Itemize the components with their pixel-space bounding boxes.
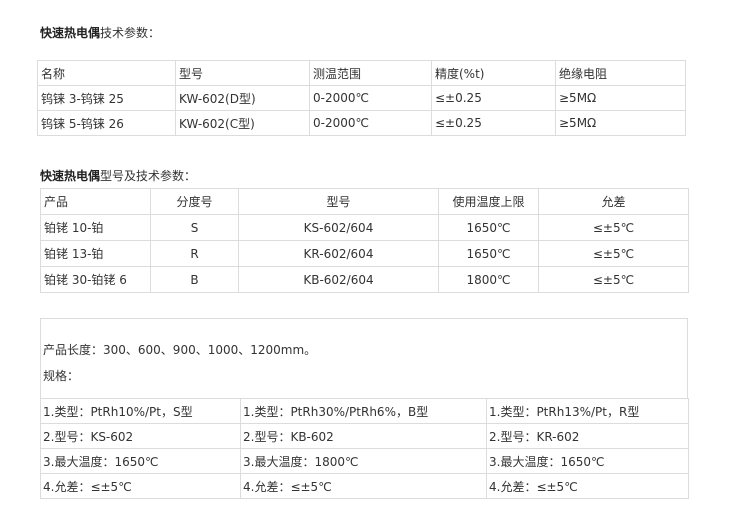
- table-cell: B: [150, 266, 239, 293]
- spec-cell: 3.最大温度：1800℃: [240, 448, 487, 474]
- table-cell: ≤±5℃: [538, 240, 689, 267]
- table-row: 4.允差：≤±5℃ 4.允差：≤±5℃ 4.允差：≤±5℃: [40, 473, 689, 499]
- table-cell: 钨铼 5-钨铼 26: [37, 110, 176, 136]
- table-cell: 0-2000℃: [309, 85, 432, 111]
- table-cell: KB-602/604: [238, 266, 439, 293]
- header-cell: 名称: [37, 60, 176, 86]
- header-cell: 产品: [40, 188, 151, 215]
- header-cell: 测温范围: [309, 60, 432, 86]
- table-cell: 1650℃: [438, 214, 539, 241]
- table-cell: S: [150, 214, 239, 241]
- product-length-box: 产品长度：300、600、900、1000、1200mm。 规格：: [40, 318, 688, 398]
- table-cell: ≤±0.25: [431, 85, 556, 111]
- table-row: 2.型号：KS-602 2.型号：KB-602 2.型号：KR-602: [40, 423, 689, 449]
- spec-cell: 4.允差：≤±5℃: [486, 473, 689, 499]
- table-cell: 1650℃: [438, 240, 539, 267]
- spec-cell: 1.类型：PtRh13%/Pt，R型: [486, 398, 689, 424]
- spec-cell: 1.类型：PtRh10%/Pt，S型: [40, 398, 241, 424]
- table-cell: KW-602(C型): [175, 110, 310, 136]
- thermocouple-parameters-table: 名称 型号 测温范围 精度(%t) 绝缘电阻 钨铼 3-钨铼 25 KW-602…: [37, 60, 686, 136]
- header-cell: 型号: [238, 188, 439, 215]
- table-header-row: 名称 型号 测温范围 精度(%t) 绝缘电阻: [37, 60, 686, 86]
- table-row: 铂铑 10-铂 S KS-602/604 1650℃ ≤±5℃: [40, 214, 689, 241]
- section1-heading-bold: 快速热电偶: [40, 26, 101, 40]
- table-cell: 0-2000℃: [309, 110, 432, 136]
- section2-heading: 快速热电偶型号及技术参数：: [40, 167, 196, 184]
- table-cell: ≥5MΩ: [555, 110, 686, 136]
- table-cell: KW-602(D型): [175, 85, 310, 111]
- model-parameters-table: 产品 分度号 型号 使用温度上限 允差 铂铑 10-铂 S KS-602/604…: [40, 188, 689, 293]
- table-cell: 1800℃: [438, 266, 539, 293]
- spec-cell: 2.型号：KR-602: [486, 423, 689, 449]
- header-cell: 型号: [175, 60, 310, 86]
- section1-heading: 快速热电偶技术参数：: [40, 24, 160, 41]
- table-row: 铂铑 30-铂铑 6 B KB-602/604 1800℃ ≤±5℃: [40, 266, 689, 293]
- spec-cell: 2.型号：KB-602: [240, 423, 487, 449]
- table-cell: 铂铑 30-铂铑 6: [40, 266, 151, 293]
- section2-heading-bold: 快速热电偶: [40, 169, 101, 183]
- spec-cell: 2.型号：KS-602: [40, 423, 241, 449]
- spec-label: 规格：: [43, 369, 80, 383]
- table-row: 3.最大温度：1650℃ 3.最大温度：1800℃ 3.最大温度：1650℃: [40, 448, 689, 474]
- table-row: 铂铑 13-铂 R KR-602/604 1650℃ ≤±5℃: [40, 240, 689, 267]
- table-cell: R: [150, 240, 239, 267]
- table-cell: KS-602/604: [238, 214, 439, 241]
- table-cell: ≤±0.25: [431, 110, 556, 136]
- table-cell: ≤±5℃: [538, 266, 689, 293]
- header-cell: 允差: [538, 188, 689, 215]
- header-cell: 使用温度上限: [438, 188, 539, 215]
- header-cell: 绝缘电阻: [555, 60, 686, 86]
- spec-cell: 4.允差：≤±5℃: [40, 473, 241, 499]
- table-row: 1.类型：PtRh10%/Pt，S型 1.类型：PtRh30%/PtRh6%，B…: [40, 398, 689, 424]
- product-length-text: 产品长度：300、600、900、1000、1200mm。: [43, 343, 317, 357]
- header-cell: 精度(%t): [431, 60, 556, 86]
- table-row: 钨铼 5-钨铼 26 KW-602(C型) 0-2000℃ ≤±0.25 ≥5M…: [37, 110, 686, 136]
- spec-cell: 1.类型：PtRh30%/PtRh6%，B型: [240, 398, 487, 424]
- table-cell: ≥5MΩ: [555, 85, 686, 111]
- spec-cell: 3.最大温度：1650℃: [40, 448, 241, 474]
- header-cell: 分度号: [150, 188, 239, 215]
- table-cell: KR-602/604: [238, 240, 439, 267]
- spec-cell: 4.允差：≤±5℃: [240, 473, 487, 499]
- section2-heading-rest: 型号及技术参数：: [100, 169, 197, 183]
- table-cell: 铂铑 13-铂: [40, 240, 151, 267]
- table-cell: 钨铼 3-钨铼 25: [37, 85, 176, 111]
- spec-cell: 3.最大温度：1650℃: [486, 448, 689, 474]
- table-cell: 铂铑 10-铂: [40, 214, 151, 241]
- section1-heading-rest: 技术参数：: [100, 26, 161, 40]
- table-row: 钨铼 3-钨铼 25 KW-602(D型) 0-2000℃ ≤±0.25 ≥5M…: [37, 85, 686, 111]
- table-cell: ≤±5℃: [538, 214, 689, 241]
- table-header-row: 产品 分度号 型号 使用温度上限 允差: [40, 188, 689, 215]
- spec-table: 1.类型：PtRh10%/Pt，S型 1.类型：PtRh30%/PtRh6%，B…: [40, 398, 689, 499]
